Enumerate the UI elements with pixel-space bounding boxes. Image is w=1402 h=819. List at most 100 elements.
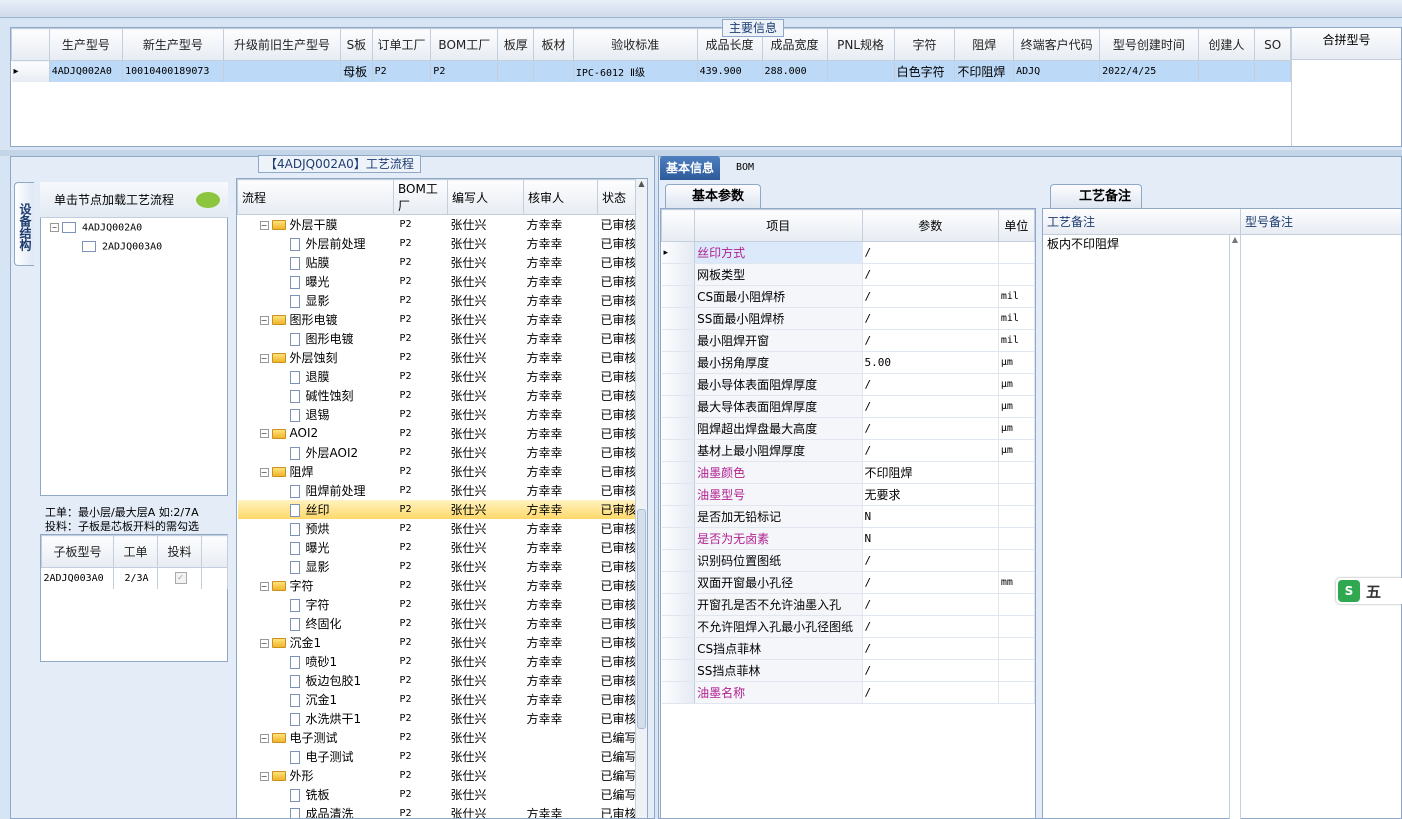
param-row[interactable]: 双面开窗最小孔径 / mm bbox=[661, 571, 1036, 594]
param-value[interactable]: / bbox=[862, 439, 999, 462]
col-header[interactable]: 核审人 bbox=[523, 179, 598, 215]
flow-row[interactable]: 外层AOI2 P2 张仕兴 方幸幸 已审核 bbox=[238, 443, 638, 462]
param-value[interactable]: 5.00 bbox=[862, 351, 999, 374]
flow-row[interactable]: 水洗烘干1 P2 张仕兴 方幸幸 已审核 bbox=[238, 709, 638, 728]
param-row[interactable]: 网板类型 / bbox=[661, 263, 1036, 286]
col-header[interactable]: BOM工厂 bbox=[430, 28, 499, 61]
flow-row[interactable]: 阻焊前处理 P2 张仕兴 方幸幸 已审核 bbox=[238, 481, 638, 500]
param-row[interactable]: CS挡点菲林 / bbox=[661, 637, 1036, 660]
flow-row[interactable]: 显影 P2 张仕兴 方幸幸 已审核 bbox=[238, 557, 638, 576]
feeding-checkbox-cell[interactable]: ✓ bbox=[157, 567, 202, 589]
param-row[interactable]: 最小阻焊开窗 / mil bbox=[661, 329, 1036, 352]
collapse-icon[interactable]: − bbox=[259, 353, 269, 363]
col-header[interactable]: 字符 bbox=[893, 28, 956, 61]
param-row[interactable]: 阻焊超出焊盘最大高度 / μm bbox=[661, 417, 1036, 440]
param-value[interactable]: / bbox=[862, 571, 999, 594]
flow-row[interactable]: 显影 P2 张仕兴 方幸幸 已审核 bbox=[238, 291, 638, 310]
flow-row[interactable]: 碱性蚀刻 P2 张仕兴 方幸幸 已审核 bbox=[238, 386, 638, 405]
col-process-remark[interactable]: 工艺备注 bbox=[1043, 209, 1241, 235]
flow-row[interactable]: 字符 P2 张仕兴 方幸幸 已审核 bbox=[238, 595, 638, 614]
flow-row[interactable]: − 外层蚀刻 P2 张仕兴 方幸幸 已审核 bbox=[238, 348, 638, 367]
col-feeding[interactable]: 投料 bbox=[157, 535, 202, 568]
param-value[interactable]: / bbox=[862, 637, 999, 660]
remark-scrollbar[interactable]: ▲ bbox=[1229, 235, 1241, 819]
equipment-structure-tab[interactable]: 设备结构 bbox=[14, 182, 34, 266]
col-header[interactable]: 新生产型号 bbox=[122, 28, 224, 61]
collapse-icon[interactable]: − bbox=[259, 467, 269, 477]
param-value[interactable]: / bbox=[862, 263, 999, 286]
checkbox[interactable]: ✓ bbox=[174, 572, 187, 585]
flow-row[interactable]: 板边包胶1 P2 张仕兴 方幸幸 已审核 bbox=[238, 671, 638, 690]
table-row[interactable]: ▸ 4ADJQ002A0 10010400189073 母板 P2 P2 IPC-6012 … bbox=[11, 60, 1291, 82]
param-row[interactable]: 是否加无铅标记 N bbox=[661, 505, 1036, 528]
param-value[interactable]: / bbox=[862, 593, 999, 616]
param-value[interactable]: / bbox=[862, 307, 999, 330]
flow-row[interactable]: 外层前处理 P2 张仕兴 方幸幸 已审核 bbox=[238, 234, 638, 253]
param-row[interactable]: CS面最小阻焊桥 / mil bbox=[661, 285, 1036, 308]
param-value[interactable]: / bbox=[862, 373, 999, 396]
col-header[interactable]: 状态 bbox=[597, 179, 638, 215]
flow-row[interactable]: − AOI2 P2 张仕兴 方幸幸 已审核 bbox=[238, 424, 638, 443]
collapse-icon[interactable]: − bbox=[259, 771, 269, 781]
tree-node-child[interactable]: 2ADJQ003A0 bbox=[82, 241, 162, 253]
process-remark-text[interactable]: 板内不印阻焊 bbox=[1047, 235, 1119, 252]
flow-row[interactable]: − 阻焊 P2 张仕兴 方幸幸 已审核 bbox=[238, 462, 638, 481]
col-header[interactable]: 编写人 bbox=[447, 179, 524, 215]
col-header[interactable]: 板材 bbox=[533, 28, 574, 61]
col-header[interactable]: 板厚 bbox=[497, 28, 535, 61]
flow-row[interactable]: − 电子测试 P2 张仕兴 已编写 bbox=[238, 728, 638, 747]
collapse-icon[interactable]: − bbox=[259, 220, 269, 230]
flow-row[interactable]: 沉金1 P2 张仕兴 方幸幸 已审核 bbox=[238, 690, 638, 709]
col-sub-model[interactable]: 子板型号 bbox=[41, 535, 114, 568]
param-row[interactable]: 最小拐角厚度 5.00 μm bbox=[661, 351, 1036, 374]
col-header[interactable]: S板 bbox=[340, 28, 373, 61]
tab-bom[interactable]: BOM bbox=[730, 156, 760, 180]
param-value[interactable]: / bbox=[862, 329, 999, 352]
param-row[interactable]: 不允许阻焊入孔最小孔径图纸 / bbox=[661, 615, 1036, 638]
flow-row[interactable]: 退膜 P2 张仕兴 方幸幸 已审核 bbox=[238, 367, 638, 386]
param-value[interactable]: / bbox=[862, 549, 999, 572]
flow-row[interactable]: 退锡 P2 张仕兴 方幸幸 已审核 bbox=[238, 405, 638, 424]
param-row[interactable]: 最小导体表面阻焊厚度 / μm bbox=[661, 373, 1036, 396]
param-value[interactable]: / bbox=[862, 615, 999, 638]
flow-row[interactable]: 成品清洗 P2 张仕兴 方幸幸 已审核 bbox=[238, 804, 638, 818]
collapse-icon[interactable]: − bbox=[259, 638, 269, 648]
col-unit[interactable]: 单位 bbox=[997, 209, 1036, 242]
flow-row[interactable]: 曝光 P2 张仕兴 方幸幸 已审核 bbox=[238, 272, 638, 291]
col-header[interactable]: SO bbox=[1254, 28, 1291, 61]
col-header[interactable]: 生产型号 bbox=[48, 28, 124, 61]
col-header[interactable]: 创建人 bbox=[1197, 28, 1256, 61]
param-value[interactable]: N bbox=[862, 527, 999, 550]
col-header[interactable]: 订单工厂 bbox=[371, 28, 432, 61]
col-model-remark[interactable]: 型号备注 bbox=[1241, 209, 1401, 235]
param-row[interactable]: 开窗孔是否不允许油墨入孔 / bbox=[661, 593, 1036, 616]
flow-row[interactable]: 曝光 P2 张仕兴 方幸幸 已审核 bbox=[238, 538, 638, 557]
param-value[interactable]: 不印阻焊 bbox=[862, 461, 999, 484]
param-value[interactable]: / bbox=[862, 241, 999, 264]
param-row[interactable]: 是否为无卤素 N bbox=[661, 527, 1036, 550]
col-item[interactable]: 项目 bbox=[694, 209, 863, 242]
flow-row[interactable]: 贴膜 P2 张仕兴 方幸幸 已审核 bbox=[238, 253, 638, 272]
flow-row[interactable]: 预烘 P2 张仕兴 方幸幸 已审核 bbox=[238, 519, 638, 538]
flow-row[interactable]: 终固化 P2 张仕兴 方幸幸 已审核 bbox=[238, 614, 638, 633]
col-header[interactable]: 流程 bbox=[237, 179, 394, 215]
param-row[interactable]: SS面最小阻焊桥 / mil bbox=[661, 307, 1036, 330]
col-work-order[interactable]: 工单 bbox=[113, 535, 158, 568]
param-row[interactable]: ▸ 丝印方式 / bbox=[661, 241, 1036, 264]
param-row[interactable]: 油墨颜色 不印阻焊 bbox=[661, 461, 1036, 484]
flow-row[interactable]: − 图形电镀 P2 张仕兴 方幸幸 已审核 bbox=[238, 310, 638, 329]
col-header[interactable]: 终端客户代码 bbox=[1013, 28, 1101, 61]
table-row[interactable]: 2ADJQ003A0 2/3A ✓ bbox=[41, 567, 228, 589]
param-row[interactable]: 油墨名称 / bbox=[661, 681, 1036, 704]
col-header[interactable]: 验收标准 bbox=[572, 28, 698, 61]
flow-row[interactable]: 喷砂1 P2 张仕兴 方幸幸 已审核 bbox=[238, 652, 638, 671]
flow-row[interactable]: − 沉金1 P2 张仕兴 方幸幸 已审核 bbox=[238, 633, 638, 652]
param-value[interactable]: / bbox=[862, 395, 999, 418]
flow-row[interactable]: 丝印 P2 张仕兴 方幸幸 已审核 bbox=[237, 499, 638, 519]
param-value[interactable]: / bbox=[862, 681, 999, 704]
collapse-icon[interactable]: − bbox=[259, 429, 269, 438]
collapse-icon[interactable]: − bbox=[259, 315, 269, 325]
param-row[interactable]: 最大导体表面阻焊厚度 / μm bbox=[661, 395, 1036, 418]
flow-row[interactable]: 铣板 P2 张仕兴 已编写 bbox=[238, 785, 638, 804]
param-value[interactable]: N bbox=[862, 505, 999, 528]
